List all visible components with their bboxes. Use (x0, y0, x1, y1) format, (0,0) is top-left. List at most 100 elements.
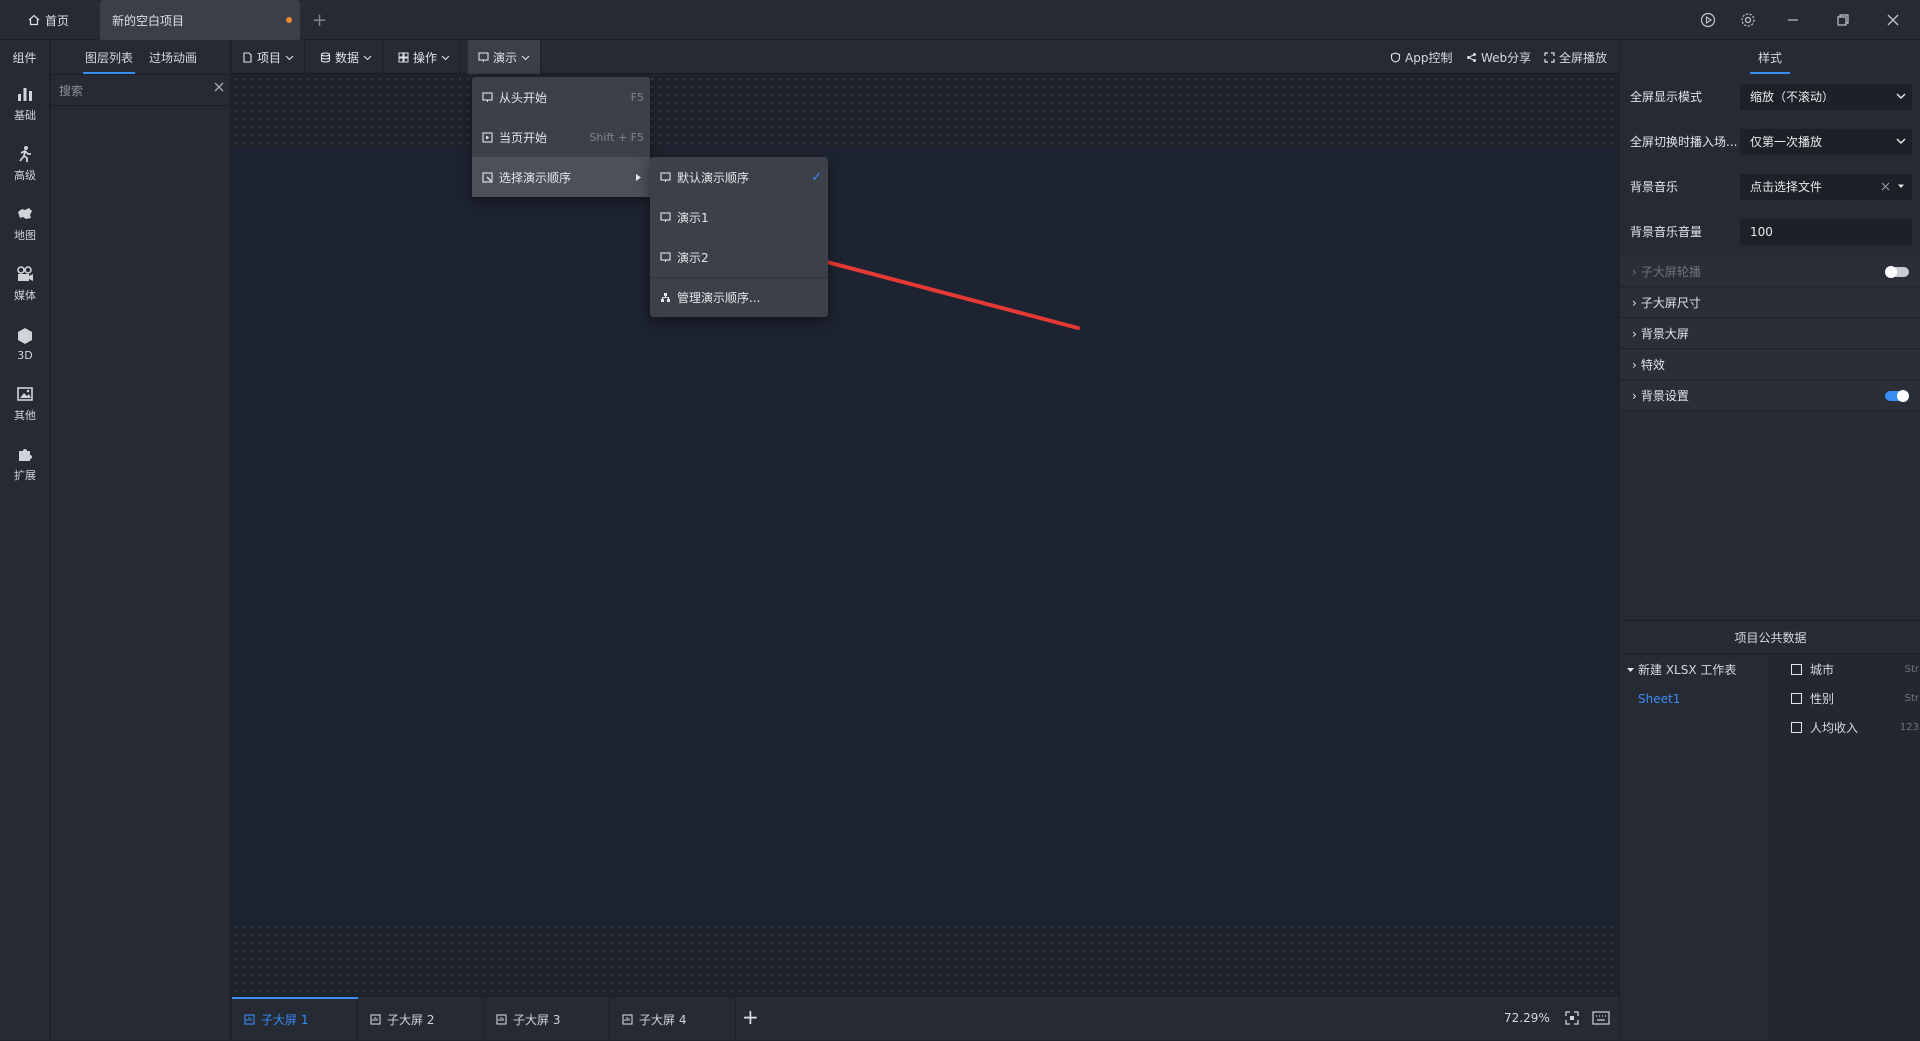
sidebar-item-other[interactable]: 其他 (0, 374, 50, 434)
checkbox[interactable] (1791, 664, 1802, 675)
chevron-right-icon: › (1632, 388, 1637, 403)
workbook-label: 新建 XLSX 工作表 (1638, 662, 1737, 677)
field-type: Str (1904, 693, 1919, 704)
menu-item-from-start[interactable]: 从头开始 F5 (472, 77, 650, 117)
tab-home[interactable]: 首页 (20, 0, 100, 40)
sidebar-item-extension[interactable]: 扩展 (0, 434, 50, 494)
tree-item-workbook[interactable]: 新建 XLSX 工作表 (1620, 654, 1769, 684)
sidebar-item-label: 基础 (14, 109, 36, 122)
fullscreen-play-label: 全屏播放 (1559, 50, 1608, 65)
menu-operation[interactable]: 操作 (388, 40, 462, 74)
chevron-down-icon (441, 55, 450, 60)
tab-subscreen-4[interactable]: 子大屏 4 (610, 997, 736, 1041)
property-panel: 样式 全屏显示模式 缩放（不滚动） 全屏切换时播入场... 仅第一次播放 背景音… (1619, 40, 1920, 1040)
menu-project[interactable]: 项目 (232, 40, 306, 74)
bar-chart-icon (18, 88, 32, 101)
menu-item-shortcut: Shift + F5 (589, 130, 644, 144)
tab-subscreen-2[interactable]: 子大屏 2 (358, 997, 484, 1041)
project-data-title: 项目公共数据 (1734, 630, 1807, 645)
tab-subscreen-1[interactable]: 子大屏 1 (232, 997, 358, 1041)
checkbox[interactable] (1791, 693, 1802, 704)
zoom-level[interactable]: 72.29% (1504, 1011, 1550, 1025)
file-icon (243, 51, 252, 63)
prop-label: 背景音乐音量 (1630, 225, 1703, 239)
tab-layer-list[interactable]: 图层列表 (82, 40, 136, 74)
input-value: 100 (1750, 224, 1773, 239)
play-square-icon (482, 131, 493, 143)
sidebar-item-label: 地图 (14, 229, 36, 242)
keyboard-icon[interactable] (1592, 1011, 1610, 1025)
chevron-right-icon: › (1632, 357, 1637, 372)
home-icon (28, 14, 40, 26)
enter-animation-select[interactable]: 仅第一次播放 (1740, 128, 1912, 155)
submenu-item-present1[interactable]: 演示1 (650, 197, 828, 237)
submenu-item-default-order[interactable]: 默认演示顺序 ✓ (650, 157, 828, 197)
sidebar-item-map[interactable]: 地图 (0, 194, 50, 254)
shield-icon (1390, 51, 1401, 63)
clear-icon[interactable] (1881, 182, 1890, 191)
tree-item-sheet[interactable]: Sheet1 (1620, 684, 1769, 714)
tab-subscreen-3[interactable]: 子大屏 3 (484, 997, 610, 1041)
section-bg-settings[interactable]: › 背景设置 (1620, 381, 1920, 411)
chevron-down-icon (285, 55, 294, 60)
bg-settings-toggle[interactable] (1885, 390, 1909, 402)
prop-enter-animation: 全屏切换时播入场... 仅第一次播放 (1620, 119, 1920, 164)
menu-present[interactable]: 演示 (468, 40, 542, 74)
app-control-button[interactable]: App控制 (1390, 40, 1452, 74)
sidebar-item-basic[interactable]: 基础 (0, 74, 50, 134)
play-icon[interactable] (1688, 0, 1728, 40)
bg-music-volume-input[interactable]: 100 (1740, 218, 1912, 245)
image-icon (17, 387, 33, 401)
fit-screen-icon[interactable] (1565, 1011, 1579, 1025)
web-share-button[interactable]: Web分享 (1466, 40, 1531, 74)
submenu-item-present2[interactable]: 演示2 (650, 237, 828, 277)
gear-icon[interactable] (1728, 0, 1768, 40)
section-carousel[interactable]: › 子大屏轮播 (1620, 257, 1920, 287)
fullscreen-mode-select[interactable]: 缩放（不滚动） (1740, 83, 1912, 110)
title-bar: 首页 新的空白项目 + (0, 0, 1920, 40)
menu-item-label: 当页开始 (499, 130, 548, 145)
tab-style[interactable]: 样式 (1620, 40, 1920, 74)
minimize-icon[interactable] (1773, 0, 1813, 40)
field-name: 性别 (1810, 692, 1835, 706)
screen-icon (370, 1013, 381, 1025)
menu-data[interactable]: 数据 (310, 40, 384, 74)
add-tab-button[interactable]: + (312, 0, 332, 40)
tab-label: 子大屏 3 (513, 1012, 561, 1027)
section-screen-size[interactable]: › 子大屏尺寸 (1620, 288, 1920, 318)
field-row[interactable]: 人均收入 123 (1771, 713, 1920, 742)
menu-data-label: 数据 (335, 50, 360, 65)
checkbox[interactable] (1791, 722, 1802, 733)
hierarchy-icon (661, 292, 670, 302)
menu-operation-label: 操作 (413, 50, 438, 65)
restore-icon[interactable] (1823, 0, 1863, 40)
annotation-arrow (704, 228, 1080, 330)
menu-item-select-order[interactable]: 选择演示顺序 (472, 157, 650, 197)
tab-style-label: 样式 (1757, 50, 1782, 65)
bg-music-file-picker[interactable]: 点击选择文件 (1740, 173, 1912, 200)
menu-item-from-current[interactable]: 当页开始 Shift + F5 (472, 117, 650, 157)
sidebar-item-advanced[interactable]: 高级 (0, 134, 50, 194)
search-placeholder: 搜索 (59, 83, 84, 98)
close-icon[interactable] (1873, 0, 1913, 40)
field-row[interactable]: 城市 Str (1771, 655, 1920, 684)
add-subscreen-button[interactable]: + (742, 1005, 759, 1029)
carousel-toggle[interactable] (1885, 266, 1909, 278)
tab-transition[interactable]: 过场动画 (149, 40, 197, 74)
sidebar-item-media[interactable]: 媒体 (0, 254, 50, 314)
screen-icon (496, 1013, 507, 1025)
fullscreen-play-button[interactable]: 全屏播放 (1544, 40, 1607, 74)
section-bg-screen[interactable]: › 背景大屏 (1620, 319, 1920, 349)
running-figure-icon (19, 146, 31, 162)
tab-project[interactable]: 新的空白项目 (100, 0, 300, 40)
prop-label: 全屏切换时播入场... (1630, 135, 1738, 149)
submenu-item-manage-order[interactable]: 管理演示顺序... (650, 277, 828, 317)
section-effects[interactable]: › 特效 (1620, 350, 1920, 380)
field-row[interactable]: 性别 Str (1771, 684, 1920, 713)
caret-down-icon (1898, 184, 1904, 188)
sidebar-item-3d[interactable]: 3D (0, 314, 50, 374)
file-picker-value: 点击选择文件 (1750, 180, 1823, 194)
clear-search-icon[interactable] (213, 81, 225, 97)
presentation-icon (660, 211, 671, 222)
search-input[interactable]: 搜索 (51, 74, 231, 106)
